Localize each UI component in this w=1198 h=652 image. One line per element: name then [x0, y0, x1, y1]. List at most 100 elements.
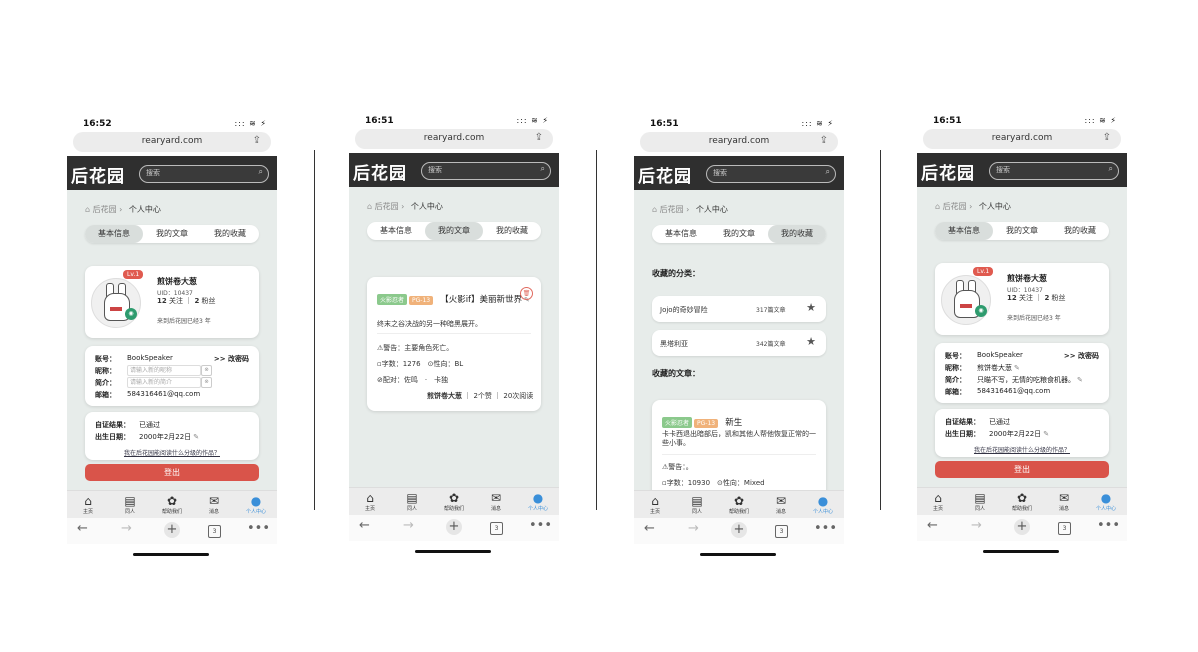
- article-card[interactable]: 火影忍者 PG-13 【火影if】美丽新世界 ✎ 🗑 终末之谷决战的另一种暗黑展开。…: [367, 277, 541, 411]
- favorite-category-item[interactable]: Jojo的奇妙冒险 317篇文章 ★: [652, 296, 826, 322]
- clear-icon[interactable]: ⊗: [201, 365, 212, 376]
- tab-fanfic[interactable]: ▤ 同人: [109, 494, 151, 515]
- tab-fanfic[interactable]: ▤ 同人: [959, 491, 1001, 512]
- back-icon[interactable]: ←: [359, 518, 370, 533]
- tab-messages[interactable]: ✉ 消息: [760, 494, 802, 515]
- fandom-tag[interactable]: 火影忍者: [377, 294, 408, 305]
- tab-home[interactable]: ⌂ 主页: [349, 491, 391, 512]
- tab-fanfic[interactable]: ▤ 同人: [391, 491, 433, 512]
- new-tab-icon[interactable]: +: [731, 522, 747, 538]
- tab-help-us[interactable]: ✿ 帮助我们: [433, 491, 475, 512]
- edit-icon[interactable]: ✎: [1077, 376, 1083, 384]
- back-icon[interactable]: ←: [927, 518, 938, 533]
- search-input[interactable]: 搜索 ⌕: [139, 165, 269, 183]
- more-icon[interactable]: •••: [247, 521, 270, 536]
- forward-icon[interactable]: →: [403, 518, 414, 533]
- rating-help-link[interactable]: 我在后花园能阅读什么分级的作品？: [935, 445, 1109, 454]
- tab-basic-info[interactable]: 基本信息: [652, 225, 710, 243]
- address-bar[interactable]: rearyard.com ⇪: [355, 129, 553, 149]
- tab-help-us[interactable]: ✿ 帮助我们: [151, 494, 193, 515]
- new-tab-icon[interactable]: +: [1014, 519, 1030, 535]
- edit-icon[interactable]: ✎: [1043, 430, 1049, 438]
- tab-messages[interactable]: ✉ 消息: [475, 491, 517, 512]
- tab-basic-info[interactable]: 基本信息: [935, 222, 993, 240]
- article-title[interactable]: 新生: [725, 418, 742, 428]
- address-bar[interactable]: rearyard.com ⇪: [923, 129, 1121, 149]
- share-icon[interactable]: ⇪: [820, 135, 828, 146]
- search-icon[interactable]: ⌕: [541, 164, 545, 174]
- edit-icon[interactable]: ✎: [193, 433, 199, 441]
- following-label[interactable]: 关注: [169, 297, 183, 305]
- bio-input[interactable]: 请输入新的简介: [127, 377, 201, 388]
- search-icon[interactable]: ⌕: [1109, 164, 1113, 174]
- address-bar[interactable]: rearyard.com ⇪: [640, 132, 838, 152]
- change-password-link[interactable]: >> 改密码: [1064, 351, 1099, 361]
- logout-button[interactable]: 登出: [935, 461, 1109, 478]
- change-password-link[interactable]: >> 改密码: [214, 354, 249, 364]
- logout-button[interactable]: 登出: [85, 464, 259, 481]
- fandom-tag[interactable]: 火影忍者: [662, 417, 693, 428]
- tab-messages[interactable]: ✉ 消息: [193, 494, 235, 515]
- tab-fanfic[interactable]: ▤ 同人: [676, 494, 718, 515]
- avatar[interactable]: [91, 278, 141, 328]
- new-tab-icon[interactable]: +: [446, 519, 462, 535]
- new-tab-icon[interactable]: +: [164, 522, 180, 538]
- breadcrumb-home[interactable]: 后花园: [660, 205, 684, 214]
- tab-help-us[interactable]: ✿ 帮助我们: [718, 494, 760, 515]
- nickname-input[interactable]: 请输入新的昵称: [127, 365, 201, 376]
- tab-home[interactable]: ⌂ 主页: [634, 494, 676, 515]
- tab-my-articles[interactable]: 我的文章: [710, 225, 768, 243]
- more-icon[interactable]: •••: [814, 521, 837, 536]
- fans-label[interactable]: 粉丝: [202, 297, 216, 305]
- clear-icon[interactable]: ⊗: [201, 377, 212, 388]
- tab-my-favorites[interactable]: 我的收藏: [768, 225, 826, 243]
- address-bar[interactable]: rearyard.com ⇪: [73, 132, 271, 152]
- camera-icon[interactable]: ◉: [975, 305, 987, 317]
- tabs-icon[interactable]: 3: [1058, 522, 1071, 535]
- site-logo[interactable]: 后花园: [638, 162, 692, 187]
- tabs-icon[interactable]: 3: [490, 522, 503, 535]
- search-input[interactable]: 搜索 ⌕: [706, 165, 836, 183]
- breadcrumb-home[interactable]: 后花园: [943, 202, 967, 211]
- more-icon[interactable]: •••: [1097, 518, 1120, 533]
- star-icon[interactable]: ★: [806, 335, 816, 348]
- edit-icon[interactable]: ✎: [1014, 364, 1020, 372]
- forward-icon[interactable]: →: [121, 521, 132, 536]
- tabs-icon[interactable]: 3: [208, 525, 221, 538]
- share-icon[interactable]: ⇪: [1103, 132, 1111, 143]
- tabs-icon[interactable]: 3: [775, 525, 788, 538]
- search-icon[interactable]: ⌕: [826, 167, 830, 177]
- site-logo[interactable]: 后花园: [921, 159, 975, 184]
- tab-my-articles[interactable]: 我的文章: [993, 222, 1051, 240]
- more-icon[interactable]: •••: [529, 518, 552, 533]
- avatar[interactable]: [941, 275, 991, 325]
- favorite-article-card[interactable]: 火影忍者 PG-13 新生 卡卡西退出暗部后，凯和其他人帮他恢复正常的一些小事。 …: [652, 400, 826, 490]
- back-icon[interactable]: ←: [644, 521, 655, 536]
- tab-profile[interactable]: ● 个人中心: [802, 494, 844, 515]
- tab-my-favorites[interactable]: 我的收藏: [483, 222, 541, 240]
- back-icon[interactable]: ←: [77, 521, 88, 536]
- tab-basic-info[interactable]: 基本信息: [85, 225, 143, 243]
- search-icon[interactable]: ⌕: [259, 167, 263, 177]
- tab-help-us[interactable]: ✿ 帮助我们: [1001, 491, 1043, 512]
- rating-help-link[interactable]: 我在后花园能阅读什么分级的作品？: [85, 448, 259, 457]
- tab-my-articles[interactable]: 我的文章: [143, 225, 201, 243]
- favorite-category-item[interactable]: 黑塔利亚 342篇文章 ★: [652, 330, 826, 356]
- site-logo[interactable]: 后花园: [71, 162, 125, 187]
- star-icon[interactable]: ★: [806, 301, 816, 314]
- site-logo[interactable]: 后花园: [353, 159, 407, 184]
- delete-icon[interactable]: 🗑: [520, 287, 533, 300]
- tab-home[interactable]: ⌂ 主页: [67, 494, 109, 515]
- tab-profile[interactable]: ● 个人中心: [517, 491, 559, 512]
- tab-my-favorites[interactable]: 我的收藏: [201, 225, 259, 243]
- tab-home[interactable]: ⌂ 主页: [917, 491, 959, 512]
- tab-profile[interactable]: ● 个人中心: [1085, 491, 1127, 512]
- breadcrumb-home[interactable]: 后花园: [375, 202, 399, 211]
- share-icon[interactable]: ⇪: [253, 135, 261, 146]
- forward-icon[interactable]: →: [971, 518, 982, 533]
- tab-basic-info[interactable]: 基本信息: [367, 222, 425, 240]
- fans-label[interactable]: 粉丝: [1052, 294, 1066, 302]
- tab-messages[interactable]: ✉ 消息: [1043, 491, 1085, 512]
- search-input[interactable]: 搜索 ⌕: [421, 162, 551, 180]
- article-title[interactable]: 【火影if】美丽新世界: [440, 295, 522, 305]
